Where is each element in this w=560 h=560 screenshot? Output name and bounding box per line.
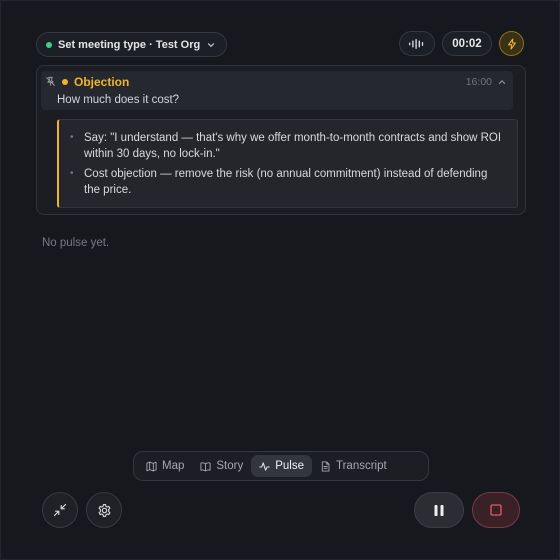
tab-transcript[interactable]: Transcript (312, 455, 395, 477)
objection-card: Objection 16:00 How much does it cost? •… (36, 65, 526, 215)
pulse-icon (259, 461, 270, 471)
lightning-icon (507, 37, 516, 50)
assist-button[interactable] (499, 31, 524, 56)
stop-button[interactable] (472, 492, 520, 528)
pin-off-icon[interactable] (45, 76, 56, 87)
bullet-icon: • (70, 132, 74, 143)
tab-story[interactable]: Story (192, 455, 251, 477)
objection-dot (62, 79, 68, 85)
suggestion-text: Say: "I understand — that's why we offer… (84, 132, 502, 160)
meeting-timer: 00:02 (442, 31, 492, 56)
tab-map[interactable]: Map (138, 455, 192, 477)
pause-icon (434, 504, 444, 516)
document-icon (321, 460, 330, 472)
view-tabs: Map Story Pulse Transcript (133, 451, 429, 481)
bullet-icon: • (70, 168, 74, 179)
meeting-type-label: Set meeting type · Test Org (58, 38, 201, 51)
suggestion-list: • Say: "I understand — that's why we off… (59, 120, 517, 198)
suggestion-box: • Say: "I understand — that's why we off… (57, 119, 518, 208)
gear-icon (98, 503, 110, 517)
map-icon (146, 461, 157, 471)
minimize-icon (53, 503, 67, 517)
pulse-empty-state: No pulse yet. (42, 237, 110, 249)
objection-card-header[interactable]: Objection 16:00 How much does it cost? (41, 71, 513, 110)
suggestion-text: Cost objection — remove the risk (no ann… (84, 168, 488, 196)
pause-button[interactable] (414, 492, 464, 528)
audio-wave-icon (409, 38, 424, 49)
app-window: Set meeting type · Test Org 00:02 Object… (0, 0, 560, 560)
suggestion-item: • Cost objection — remove the risk (no a… (70, 166, 505, 198)
chevron-up-icon[interactable] (497, 77, 507, 87)
tab-label: Story (216, 460, 244, 472)
stop-icon (490, 504, 502, 516)
audio-wave-button[interactable] (399, 31, 435, 56)
tab-label: Pulse (275, 460, 304, 472)
chevron-down-icon (208, 42, 215, 47)
tab-label: Map (162, 460, 185, 472)
objection-question: How much does it cost? (57, 94, 180, 106)
top-right-controls: 00:02 (399, 31, 524, 56)
suggestion-item: • Say: "I understand — that's why we off… (70, 130, 505, 162)
minimize-button[interactable] (42, 492, 78, 528)
tab-pulse[interactable]: Pulse (251, 455, 312, 477)
settings-button[interactable] (86, 492, 122, 528)
book-icon (200, 461, 211, 471)
tab-label: Transcript (336, 460, 387, 472)
objection-time: 16:00 (465, 76, 492, 88)
objection-label: Objection (74, 75, 130, 89)
meeting-type-selector[interactable]: Set meeting type · Test Org (36, 32, 228, 57)
status-dot (46, 41, 52, 48)
